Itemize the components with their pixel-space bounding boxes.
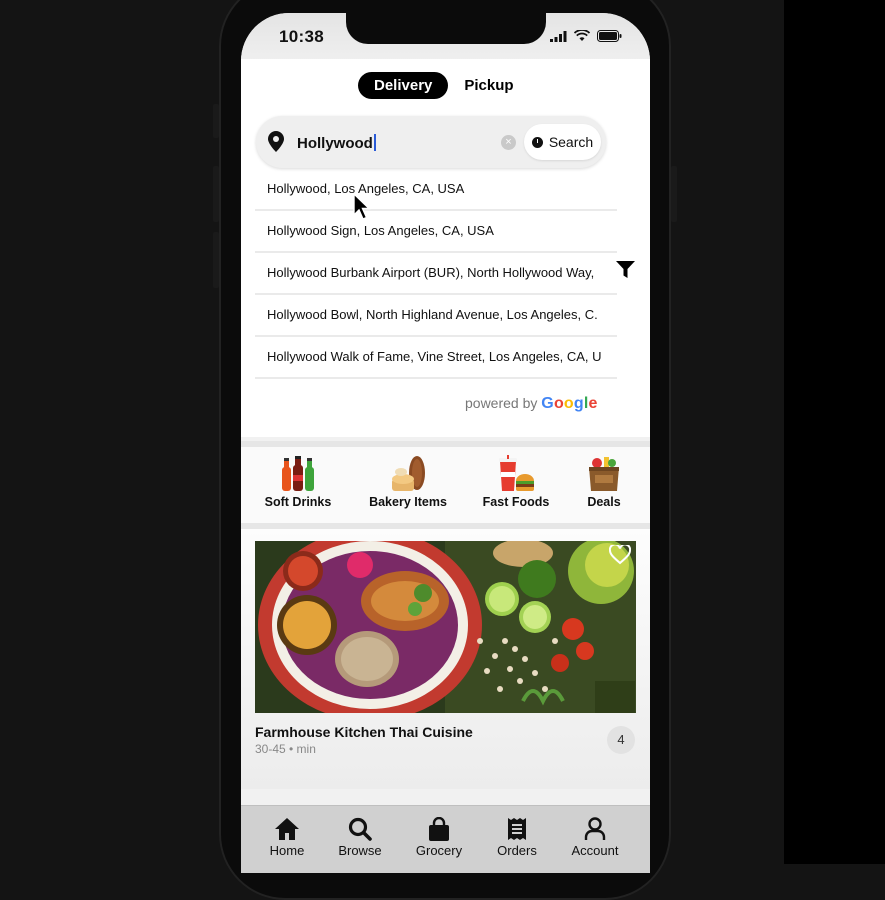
volume-up-button — [213, 166, 219, 222]
suggestion-item[interactable]: Hollywood Bowl, North Highland Avenue, L… — [255, 295, 617, 337]
shopping-bag-icon — [404, 816, 474, 842]
suggestion-item[interactable]: Hollywood Sign, Los Angeles, CA, USA — [255, 211, 617, 253]
backdrop — [784, 0, 885, 864]
fast-food-icon — [478, 455, 554, 493]
filter-icon[interactable] — [616, 261, 635, 284]
location-search-bar[interactable]: Hollywood × Search — [256, 116, 606, 168]
battery-icon — [597, 29, 622, 47]
restaurant-name[interactable]: Farmhouse Kitchen Thai Cuisine — [255, 724, 473, 740]
nav-grocery[interactable]: Grocery — [404, 816, 474, 858]
nav-home[interactable]: Home — [252, 816, 322, 858]
nav-label: Orders — [497, 843, 537, 858]
nav-orders[interactable]: Orders — [482, 816, 552, 858]
mouse-cursor-icon — [353, 192, 371, 226]
nav-label: Grocery — [415, 843, 463, 858]
suggestion-item[interactable]: Hollywood Burbank Airport (BUR), North H… — [255, 253, 617, 295]
nav-label: Home — [269, 843, 305, 858]
nav-label: Account — [571, 843, 619, 858]
home-icon — [252, 816, 322, 842]
tab-delivery[interactable]: Delivery — [358, 72, 449, 99]
category-label: Bakery Items — [369, 495, 447, 509]
notch — [346, 13, 546, 44]
soft-drinks-icon — [260, 455, 336, 493]
category-label: Soft Drinks — [264, 495, 332, 509]
google-attribution: powered by Google — [465, 395, 598, 413]
phone-screen: 10:38 Delivery Pickup Hollywood × Search… — [241, 13, 650, 873]
user-icon — [560, 816, 630, 842]
category-soft-drinks[interactable]: Soft Drinks — [260, 455, 336, 509]
location-pin-icon — [268, 131, 284, 157]
bottom-nav: Home Browse Grocery Orders Account — [241, 805, 650, 873]
search-icon — [325, 816, 395, 842]
nav-label: Browse — [338, 843, 382, 858]
text-caret — [373, 134, 376, 151]
clear-input-icon[interactable]: × — [501, 135, 516, 150]
attribution-prefix: powered by — [465, 395, 538, 411]
volume-down-button — [213, 232, 219, 288]
receipt-icon — [482, 816, 552, 842]
suggestion-item[interactable]: Hollywood, Los Angeles, CA, USA — [255, 169, 617, 211]
category-deals[interactable]: Deals — [577, 455, 631, 509]
nav-browse[interactable]: Browse — [325, 816, 395, 858]
signal-icon — [550, 29, 567, 47]
google-logo: Google — [541, 395, 598, 412]
status-time: 10:38 — [279, 27, 324, 46]
restaurant-card[interactable]: Farmhouse Kitchen Thai Cuisine 30-45 • m… — [241, 529, 650, 789]
delivery-pickup-toggle: Delivery Pickup — [358, 72, 514, 99]
suggestion-list: Hollywood, Los Angeles, CA, USA Hollywoo… — [255, 169, 617, 379]
favorite-heart-icon[interactable] — [608, 543, 632, 570]
search-button-label: Search — [548, 134, 594, 150]
wifi-icon — [573, 29, 591, 47]
search-button[interactable]: Search — [524, 124, 601, 160]
status-icons — [550, 29, 622, 47]
category-label: Deals — [587, 495, 621, 509]
category-label: Fast Foods — [482, 495, 550, 509]
category-strip: Soft Drinks Bakery Items Fast Foods Deal… — [241, 441, 650, 529]
power-button — [671, 166, 677, 222]
restaurant-photo — [255, 541, 636, 713]
nav-account[interactable]: Account — [560, 816, 630, 858]
rating-badge: 4 — [607, 726, 635, 754]
clock-icon — [531, 136, 543, 148]
suggestion-item[interactable]: Hollywood Walk of Fame, Vine Street, Los… — [255, 337, 617, 379]
category-fast-foods[interactable]: Fast Foods — [478, 455, 554, 509]
bakery-icon — [365, 455, 451, 493]
location-search-input[interactable]: Hollywood — [297, 134, 376, 152]
mute-switch — [213, 104, 219, 138]
restaurant-meta: 30-45 • min — [255, 742, 316, 756]
category-bakery-items[interactable]: Bakery Items — [365, 455, 451, 509]
tab-pickup[interactable]: Pickup — [464, 77, 513, 94]
deals-bag-icon — [577, 455, 631, 493]
search-input-text: Hollywood — [297, 135, 373, 152]
